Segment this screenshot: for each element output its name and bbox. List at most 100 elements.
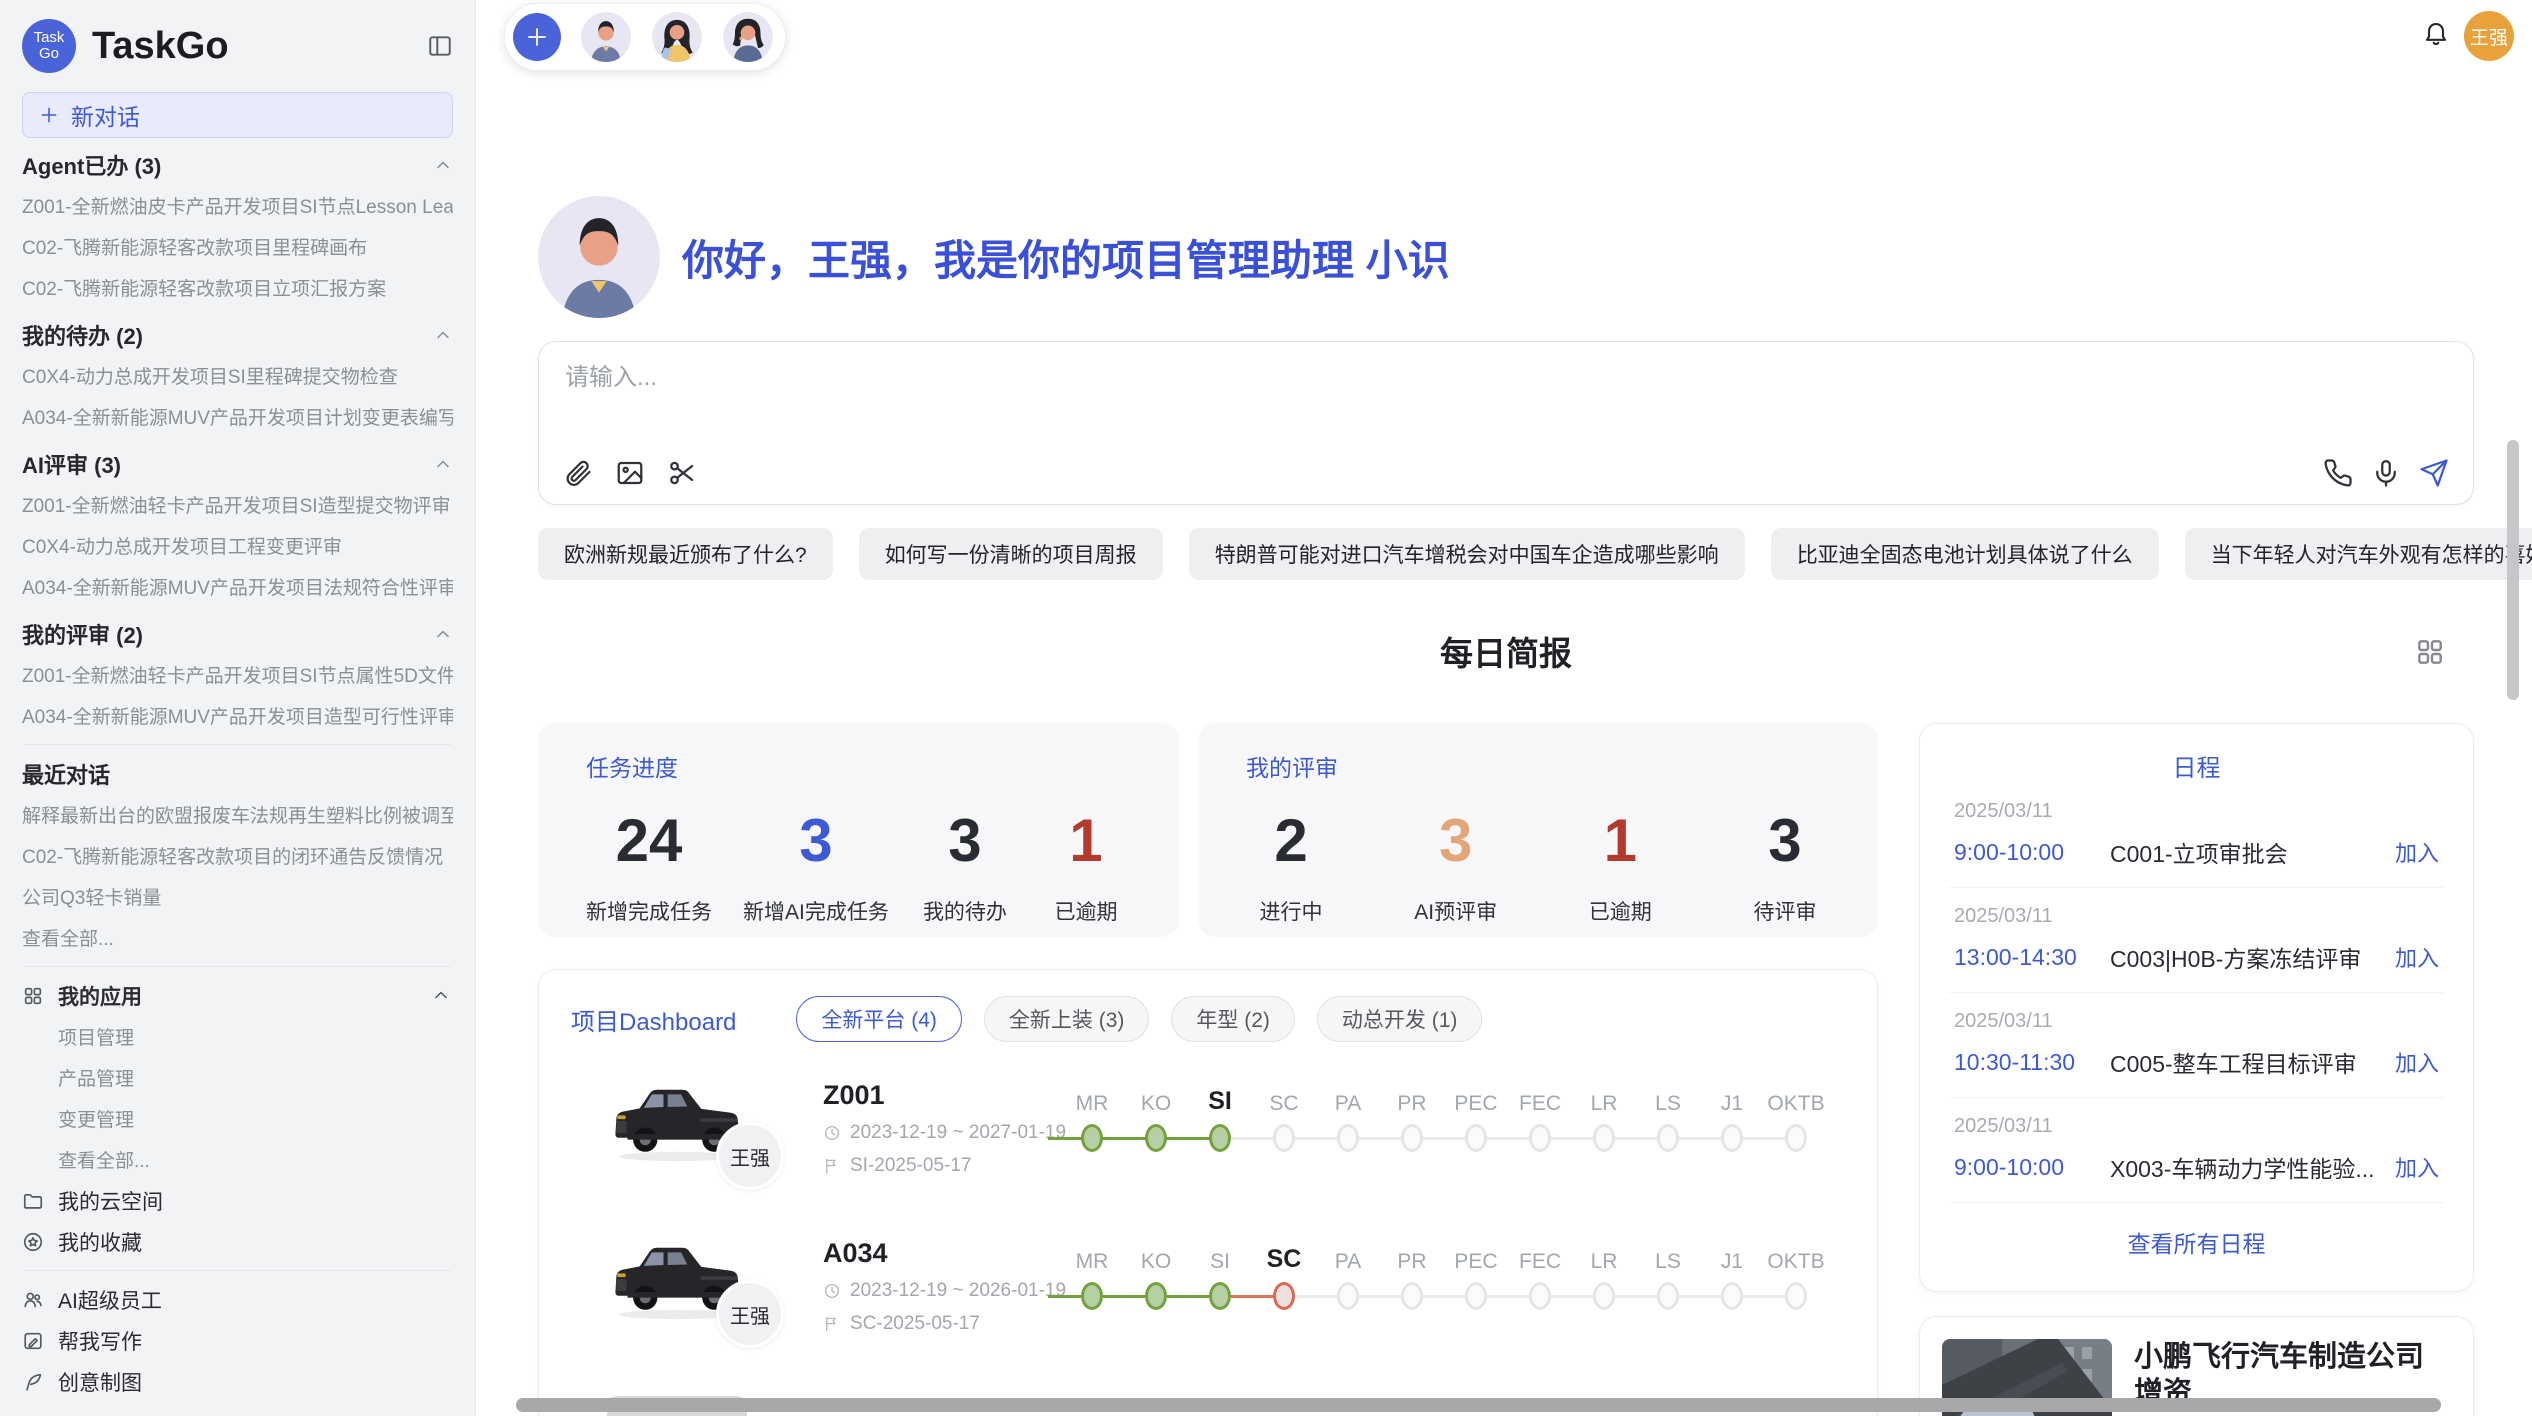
milestone-label: PR	[1380, 1238, 1444, 1278]
sidebar-recent-item[interactable]: 解释最新出台的欧盟报废车法规再生塑料比例被调至15%...	[22, 794, 453, 835]
main-content: 王强 你好，王强，我是你的项目管理助理 小识	[477, 0, 2532, 1416]
sidebar-recent-item[interactable]: 公司Q3轻卡销量	[22, 876, 453, 917]
sidebar-item[interactable]: C0X4-动力总成开发项目SI里程碑提交物检查	[22, 355, 453, 396]
milestone-dot	[1145, 1282, 1167, 1310]
milestone-dot	[1529, 1124, 1551, 1152]
add-member-button[interactable]	[513, 13, 561, 61]
sidebar-item[interactable]: Z001-全新燃油轻卡产品开发项目SI节点属性5D文件评审	[22, 654, 453, 695]
new-chat-button[interactable]: 新对话	[22, 92, 453, 138]
milestone: LR	[1572, 1238, 1636, 1314]
sidebar-item[interactable]: C02-飞腾新能源轻客改款项目立项汇报方案	[22, 267, 453, 308]
suggestion-chip[interactable]: 如何写一份清晰的项目周报	[859, 528, 1163, 580]
composer-input[interactable]	[565, 364, 2447, 392]
milestone-dot	[1593, 1282, 1615, 1310]
sidebar-item-favorites[interactable]: 我的收藏	[22, 1221, 453, 1262]
join-link[interactable]: 加入	[2395, 1151, 2439, 1183]
project-row[interactable]: 王强A0342023-12-19 ~ 2026-01-19SC-2025-05-…	[539, 1220, 1877, 1378]
join-link[interactable]: 加入	[2395, 836, 2439, 868]
join-link[interactable]: 加入	[2395, 941, 2439, 973]
suggestion-chip[interactable]: 特朗普可能对进口汽车增税会对中国车企造成哪些影响	[1189, 528, 1745, 580]
view-all-schedule-link[interactable]: 查看所有日程	[1950, 1225, 2443, 1259]
suggestion-chips: 欧洲新规最近颁布了什么? 如何写一份清晰的项目周报特朗普可能对进口汽车增税会对中国…	[538, 528, 2532, 580]
schedule-name: C001-立项审批会	[2110, 835, 2395, 869]
scissors-icon[interactable]	[667, 458, 697, 488]
project-flag: SI-2025-05-17	[823, 1155, 1066, 1177]
sidebar-group-header[interactable]: Agent已办 (3)	[22, 144, 453, 185]
sidebar-group-header[interactable]: AI评审 (3)	[22, 443, 453, 484]
assistant-avatar	[538, 196, 660, 318]
send-icon[interactable]	[2419, 458, 2449, 488]
greeting-text: 你好，王强，我是你的项目管理助理 小识	[682, 227, 1450, 288]
sidebar-section-my-apps[interactable]: 我的应用	[22, 975, 453, 1016]
user-avatar[interactable]: 王强	[2464, 11, 2514, 61]
dashboard-filter[interactable]: 全新平台 (4)	[796, 996, 962, 1042]
sidebar-group-header[interactable]: 我的评审 (2)	[22, 613, 453, 654]
dashboard-filter[interactable]: 动总开发 (1)	[1317, 996, 1483, 1042]
sidebar-item[interactable]: Z001-全新燃油轻卡产品开发项目SI造型提交物评审	[22, 484, 453, 525]
stat-label: 新增完成任务	[586, 896, 712, 926]
sidebar-app-item[interactable]: 查看全部...	[22, 1139, 453, 1180]
milestone-dot	[1657, 1124, 1679, 1152]
stat-value: 1	[1041, 809, 1131, 872]
teammate-avatar[interactable]	[723, 12, 773, 62]
notification-bell-icon[interactable]	[2422, 20, 2450, 48]
dashboard-filter[interactable]: 年型 (2)	[1171, 996, 1295, 1042]
sidebar-tool-item[interactable]: 创意制图	[22, 1361, 453, 1402]
sidebar-item[interactable]: A034-全新新能源MUV产品开发项目计划变更表编写	[22, 396, 453, 437]
sidebar-item[interactable]: Z001-全新燃油皮卡产品开发项目SI节点Lesson Learn报告	[22, 185, 453, 226]
milestone: J1	[1700, 1238, 1764, 1314]
recent-chats-title: 最近对话	[22, 758, 453, 790]
milestone-label: PA	[1316, 1238, 1380, 1278]
sidebar-tool-item[interactable]: AI超级员工	[22, 1279, 453, 1320]
sidebar-collapse-icon[interactable]	[427, 33, 453, 59]
sidebar-item-cloud-space[interactable]: 我的云空间	[22, 1180, 453, 1221]
dashboard-title: 项目Dashboard	[571, 1002, 736, 1037]
sidebar-item[interactable]: A034-全新新能源MUV产品开发项目法规符合性评审	[22, 566, 453, 607]
sidebar-app-item[interactable]: 变更管理	[22, 1098, 453, 1139]
sidebar-app-item[interactable]: 项目管理	[22, 1016, 453, 1057]
stat-label: 新增AI完成任务	[743, 896, 889, 926]
teammate-avatar[interactable]	[652, 12, 702, 62]
sidebar-recent-item[interactable]: 查看全部...	[22, 917, 453, 958]
sidebar-item[interactable]: C0X4-动力总成开发项目工程变更评审	[22, 525, 453, 566]
suggestion-chip[interactable]: 比亚迪全固态电池计划具体说了什么	[1771, 528, 2159, 580]
divider	[24, 966, 451, 967]
image-icon[interactable]	[615, 458, 645, 488]
join-link[interactable]: 加入	[2395, 1046, 2439, 1078]
stat-label: 已逾期	[1575, 896, 1665, 926]
paperclip-icon[interactable]	[563, 458, 593, 488]
group-title: 我的评审 (2)	[22, 618, 433, 650]
people-icon	[22, 1289, 44, 1311]
project-row[interactable]: 王强Z0012023-12-19 ~ 2027-01-19SI-2025-05-…	[539, 1062, 1877, 1220]
milestone-dot	[1657, 1282, 1679, 1310]
milestone-dot	[1337, 1124, 1359, 1152]
suggestion-chip[interactable]: 欧洲新规最近颁布了什么?	[538, 528, 833, 580]
dashboard-filter[interactable]: 全新上装 (3)	[984, 996, 1150, 1042]
team-avatars	[581, 12, 773, 62]
suggestion-chip[interactable]: 当下年轻人对汽车外观有怎样的喜好趋势	[2185, 528, 2532, 580]
teammate-avatar[interactable]	[581, 12, 631, 62]
owner-badge: 王强	[716, 1280, 784, 1348]
mic-icon[interactable]	[2371, 458, 2401, 488]
layout-grid-icon[interactable]	[2414, 636, 2446, 668]
milestone-dot	[1785, 1282, 1807, 1310]
horizontal-scrollbar[interactable]	[516, 1398, 2441, 1412]
milestone-label: J1	[1700, 1238, 1764, 1278]
sidebar-group-header[interactable]: 我的待办 (2)	[22, 314, 453, 355]
sidebar-recent-item[interactable]: C02-飞腾新能源轻客改款项目的闭环通告反馈情况	[22, 835, 453, 876]
my-review-title: 我的评审	[1246, 749, 1830, 783]
sidebar-tool-item[interactable]: 帮我写作	[22, 1320, 453, 1361]
milestone-label: SI	[1188, 1080, 1252, 1120]
stat-value: 24	[586, 809, 712, 872]
project-dashboard-card: 项目Dashboard 全新平台 (4) 全新上装 (3) 年型 (2) 动总开发 (…	[538, 969, 1878, 1416]
vertical-scrollbar[interactable]	[2507, 440, 2519, 700]
my-review-card: 我的评审 2进行中3AI预评审1已逾期3待评审	[1198, 723, 1878, 937]
sidebar-item[interactable]: C02-飞腾新能源轻客改款项目里程碑画布	[22, 226, 453, 267]
milestone-label: KO	[1124, 1080, 1188, 1120]
sidebar-item[interactable]: A034-全新新能源MUV产品开发项目造型可行性评审	[22, 695, 453, 736]
milestone: PA	[1316, 1080, 1380, 1156]
sidebar-app-item[interactable]: 产品管理	[22, 1057, 453, 1098]
milestone-label: FEC	[1508, 1080, 1572, 1120]
star-badge-icon	[22, 1231, 44, 1253]
phone-icon[interactable]	[2323, 458, 2353, 488]
